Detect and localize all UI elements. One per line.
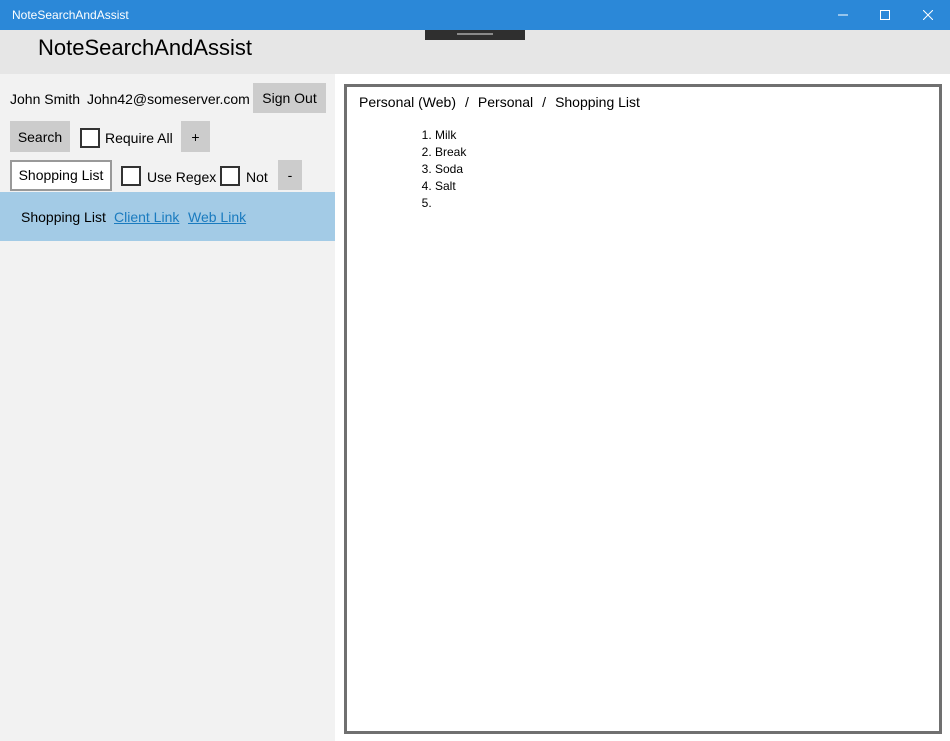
breadcrumb-notebook: Personal — [477, 94, 534, 110]
list-item: Salt — [435, 178, 466, 195]
list-item: Break — [435, 144, 466, 161]
list-item: Milk — [435, 127, 466, 144]
add-term-button[interactable]: + — [181, 121, 210, 152]
breadcrumb-separator: / — [465, 94, 469, 110]
user-name: John Smith — [10, 91, 81, 107]
sign-out-button[interactable]: Sign Out — [253, 83, 326, 113]
use-regex-checkbox[interactable] — [121, 166, 141, 186]
search-term-row: Shopping List Use Regex Not - — [0, 160, 335, 194]
minimize-button[interactable] — [821, 0, 865, 30]
minimize-icon — [838, 14, 848, 16]
not-label: Not — [246, 169, 268, 185]
app-heading: NoteSearchAndAssist — [38, 35, 252, 60]
search-term-input[interactable]: Shopping List — [10, 160, 112, 191]
note-viewer: Personal (Web) / Personal / Shopping List Mi… — [344, 84, 942, 734]
use-regex-label: Use Regex — [147, 169, 217, 185]
window-title-bar: NoteSearchAndAssist — [0, 0, 950, 30]
not-checkbox[interactable] — [220, 166, 240, 186]
client-link[interactable]: Client Link — [114, 209, 179, 225]
breadcrumb: Personal (Web) / Personal / Shopping List — [359, 94, 640, 110]
web-link[interactable]: Web Link — [188, 209, 246, 225]
result-list-item[interactable]: Shopping List Client Link Web Link — [0, 192, 335, 241]
remove-term-button[interactable]: - — [278, 160, 302, 190]
drag-handle[interactable] — [425, 30, 525, 40]
note-list: Milk Break Soda Salt — [415, 127, 466, 212]
window-title: NoteSearchAndAssist — [12, 8, 129, 22]
breadcrumb-separator: / — [542, 94, 547, 110]
maximize-button[interactable] — [863, 0, 907, 30]
list-item — [435, 195, 466, 212]
breadcrumb-page: Shopping List — [555, 94, 640, 110]
require-all-label: Require All — [105, 130, 173, 146]
user-email: John42@someserver.com — [87, 91, 250, 107]
result-title: Shopping List — [21, 209, 106, 225]
grip-icon — [457, 33, 493, 35]
require-all-checkbox[interactable] — [80, 128, 100, 148]
user-row: John Smith John42@someserver.com Sign Ou… — [0, 83, 335, 117]
search-panel: John Smith John42@someserver.com Sign Ou… — [0, 74, 335, 741]
close-icon — [923, 10, 933, 20]
close-button[interactable] — [906, 0, 950, 30]
maximize-icon — [880, 10, 890, 20]
search-row: Search Require All + — [0, 121, 335, 155]
breadcrumb-notebook-group: Personal (Web) — [359, 94, 457, 110]
search-button[interactable]: Search — [10, 121, 70, 152]
list-item: Soda — [435, 161, 466, 178]
